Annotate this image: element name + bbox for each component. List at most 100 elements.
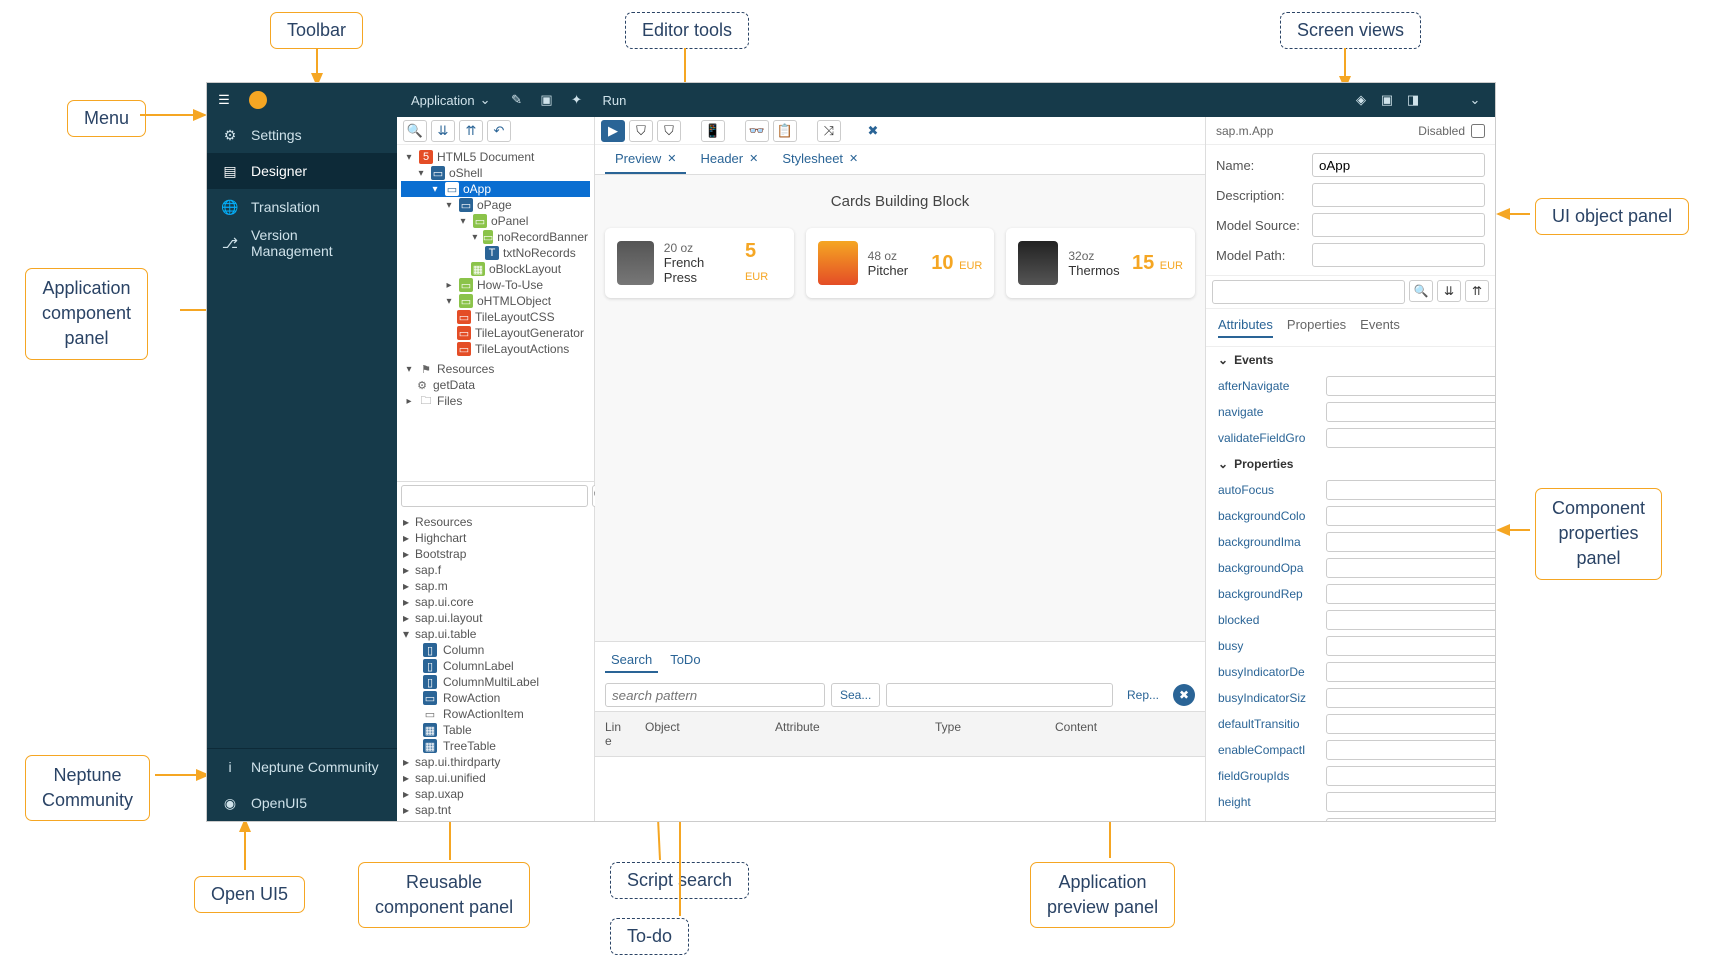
- property-name: blocked: [1218, 613, 1318, 627]
- tab-attributes[interactable]: Attributes: [1218, 317, 1273, 338]
- card-item[interactable]: 48 ozPitcher 10 EUR: [806, 228, 995, 298]
- tools-icon[interactable]: ✦: [567, 90, 587, 110]
- save-icon[interactable]: ▣: [537, 90, 557, 110]
- props-expand-button[interactable]: ⇊: [1437, 280, 1461, 302]
- close-icon[interactable]: ✕: [667, 152, 676, 165]
- screen-view-icon-1[interactable]: ◈: [1351, 90, 1371, 110]
- component-tree-panel: 🔍 ⇊ ⇈ ↶ ▾5HTML5 Document ▾▭oShell ▾▭oApp…: [397, 117, 595, 821]
- property-input[interactable]: [1326, 480, 1495, 500]
- property-input[interactable]: [1326, 636, 1495, 656]
- shield-icon-2[interactable]: ⛉: [657, 120, 681, 142]
- info-icon: i: [221, 759, 239, 775]
- object-type-label: sap.m.App: [1216, 124, 1273, 138]
- tab-preview[interactable]: Preview✕: [605, 145, 686, 174]
- event-row: navigate↗: [1206, 399, 1495, 425]
- tab-properties[interactable]: Properties: [1287, 317, 1346, 338]
- tree-undo-button[interactable]: ↶: [487, 120, 511, 142]
- application-dropdown[interactable]: Application ⌄: [405, 88, 497, 112]
- screen-view-icon-3[interactable]: ◨: [1403, 90, 1423, 110]
- property-input[interactable]: [1326, 610, 1495, 630]
- event-row: afterNavigate↗: [1206, 373, 1495, 399]
- property-name: fieldGroupIds: [1218, 769, 1318, 783]
- property-row: busyIndicatorDe👁: [1206, 659, 1495, 685]
- sidebar-item-translation[interactable]: 🌐Translation: [207, 189, 397, 225]
- property-input[interactable]: [1326, 584, 1495, 604]
- shield-icon-1[interactable]: ⛉: [629, 120, 653, 142]
- component-tree[interactable]: ▾5HTML5 Document ▾▭oShell ▾▭oApp ▾▭oPage…: [397, 145, 594, 481]
- tree-expand-down-button[interactable]: ⇊: [431, 120, 455, 142]
- screen-view-icon-2[interactable]: ▣: [1377, 90, 1397, 110]
- preview-area: Cards Building Block 20 ozFrench Press 5…: [595, 175, 1205, 641]
- property-input[interactable]: [1326, 792, 1495, 812]
- lib-list[interactable]: ▸Resources ▸Highchart ▸Bootstrap ▸sap.f …: [397, 510, 594, 821]
- property-input[interactable]: [1326, 714, 1495, 734]
- close-red-icon[interactable]: ✖: [861, 120, 885, 142]
- mobile-icon[interactable]: 📱: [701, 120, 725, 142]
- lib-search-input[interactable]: [401, 485, 588, 507]
- chevron-down-icon[interactable]: ⌄: [1218, 457, 1228, 471]
- callout-toolbar: Toolbar: [270, 12, 363, 49]
- search-button[interactable]: Sea...: [831, 683, 880, 707]
- tab-todo[interactable]: ToDo: [664, 648, 706, 673]
- tab-stylesheet[interactable]: Stylesheet✕: [772, 145, 868, 174]
- props-search-button[interactable]: 🔍: [1409, 280, 1433, 302]
- sidebar-item-version[interactable]: ⎇Version Management: [207, 225, 397, 261]
- callout-app-comp-panel: Application component panel: [25, 268, 148, 360]
- model-source-input[interactable]: [1312, 213, 1485, 237]
- card-item[interactable]: 20 ozFrench Press 5 EUR: [605, 228, 794, 298]
- sidebar-item-designer[interactable]: ▤Designer: [207, 153, 397, 189]
- sidebar-item-openui5[interactable]: ◉OpenUI5: [207, 785, 397, 821]
- props-search-input[interactable]: [1212, 280, 1405, 304]
- property-input[interactable]: [1326, 740, 1495, 760]
- play-button[interactable]: ▶: [601, 120, 625, 142]
- desc-input[interactable]: [1312, 183, 1485, 207]
- run-button[interactable]: Run: [597, 89, 633, 112]
- event-input[interactable]: [1326, 428, 1495, 448]
- clear-search-icon[interactable]: ✖: [1173, 684, 1195, 706]
- tab-header[interactable]: Header✕: [690, 145, 768, 174]
- props-list[interactable]: ⌄Events afterNavigate↗navigate↗validateF…: [1206, 347, 1495, 821]
- clipboard-icon[interactable]: 📋: [773, 120, 797, 142]
- sidebar-item-settings[interactable]: ⚙Settings: [207, 117, 397, 153]
- name-input[interactable]: [1312, 153, 1485, 177]
- tree-search-button[interactable]: 🔍: [403, 120, 427, 142]
- property-row: defaultTransitio👁: [1206, 711, 1495, 737]
- tree-collapse-up-button[interactable]: ⇈: [459, 120, 483, 142]
- property-input[interactable]: [1326, 558, 1495, 578]
- callout-reusable: Reusable component panel: [358, 862, 530, 928]
- property-input[interactable]: [1326, 532, 1495, 552]
- tab-events[interactable]: Events: [1360, 317, 1400, 338]
- property-input[interactable]: [1326, 662, 1495, 682]
- props-collapse-button[interactable]: ⇈: [1465, 280, 1489, 302]
- property-input[interactable]: [1326, 766, 1495, 786]
- property-name: defaultTransitio: [1218, 717, 1318, 731]
- property-name: busyIndicatorDe: [1218, 665, 1318, 679]
- close-icon[interactable]: ✕: [749, 152, 758, 165]
- property-input[interactable]: [1326, 688, 1495, 708]
- shuffle-icon[interactable]: ⤨: [817, 120, 841, 142]
- center-panel: ▶ ⛉ ⛉ 📱 👓 📋 ⤨ ✖ Preview✕ Header✕ Stylesh…: [595, 117, 1205, 821]
- disabled-checkbox[interactable]: [1471, 124, 1485, 138]
- property-input[interactable]: [1326, 818, 1495, 821]
- edit-icon[interactable]: ✎: [507, 90, 527, 110]
- card-item[interactable]: 32ozThermos 15 EUR: [1006, 228, 1195, 298]
- search-pattern-input[interactable]: [605, 683, 825, 707]
- event-input[interactable]: [1326, 376, 1495, 396]
- property-name: backgroundColo: [1218, 509, 1318, 523]
- binoculars-icon[interactable]: 👓: [745, 120, 769, 142]
- chevron-down-icon: ⌄: [480, 92, 491, 108]
- tree-node-oapp[interactable]: ▾▭oApp: [401, 181, 590, 197]
- callout-script-search: Script search: [610, 862, 749, 899]
- replace-input[interactable]: [886, 683, 1113, 707]
- sidebar-item-neptune[interactable]: iNeptune Community: [207, 749, 397, 785]
- tab-search[interactable]: Search: [605, 648, 658, 673]
- chevron-down-icon[interactable]: ⌄: [1465, 90, 1485, 110]
- replace-button[interactable]: Rep...: [1119, 683, 1167, 707]
- event-input[interactable]: [1326, 402, 1495, 422]
- menu-icon[interactable]: ☰: [207, 83, 241, 117]
- property-input[interactable]: [1326, 506, 1495, 526]
- model-path-input[interactable]: [1312, 243, 1485, 267]
- property-name: busyIndicatorSiz: [1218, 691, 1318, 705]
- chevron-down-icon[interactable]: ⌄: [1218, 353, 1228, 367]
- close-icon[interactable]: ✕: [849, 152, 858, 165]
